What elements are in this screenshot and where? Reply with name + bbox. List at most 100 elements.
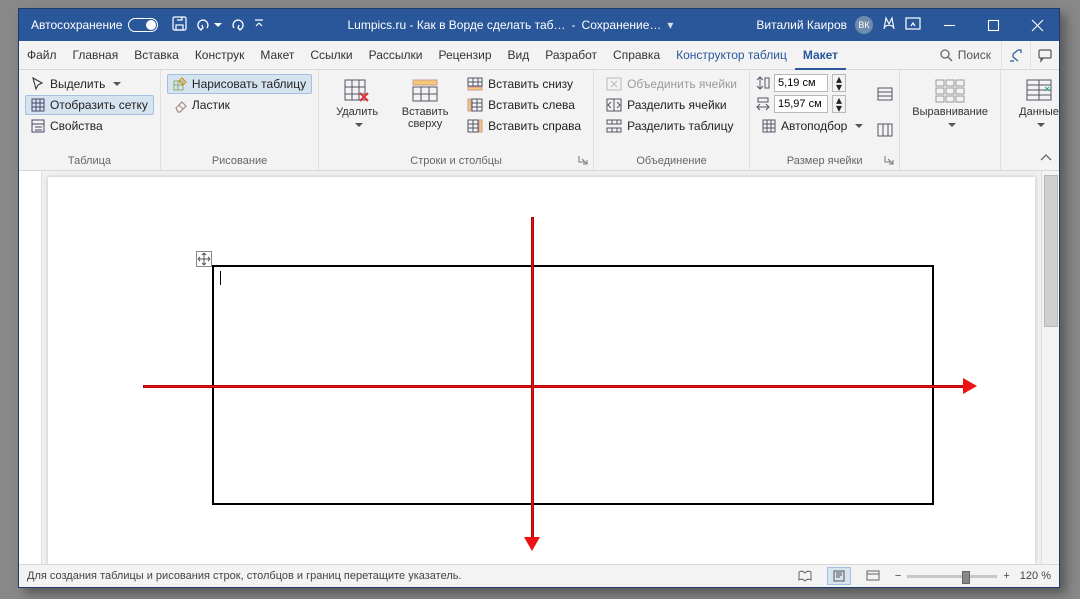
close-button[interactable] xyxy=(1015,9,1059,41)
search-box[interactable]: Поиск xyxy=(930,41,1001,69)
tab-design[interactable]: Конструк xyxy=(187,41,253,69)
eraser-button[interactable]: Ластик xyxy=(167,95,312,115)
eraser-label: Ластик xyxy=(192,98,230,112)
group-table-label: Таблица xyxy=(25,153,154,170)
insert-left-label: Вставить слева xyxy=(488,98,575,112)
split-table-icon xyxy=(606,119,622,133)
tab-mailings[interactable]: Рассылки xyxy=(361,41,431,69)
draw-table-label: Нарисовать таблицу xyxy=(192,77,306,91)
zoom-slider[interactable]: − + xyxy=(895,570,1010,582)
insert-above-icon xyxy=(411,78,439,104)
tab-layout[interactable]: Макет xyxy=(252,41,302,69)
autosave-label: Автосохранение xyxy=(31,18,122,32)
insert-right-button[interactable]: Вставить справа xyxy=(461,116,587,136)
distribute-rows-button[interactable] xyxy=(877,87,893,104)
group-draw-label: Рисование xyxy=(167,153,312,170)
col-width-icon xyxy=(756,97,770,111)
autosave-toggle[interactable] xyxy=(128,18,158,32)
view-web-button[interactable] xyxy=(861,567,885,585)
qat-more-icon[interactable] xyxy=(254,18,264,33)
merge-cells-label: Объединить ячейки xyxy=(627,77,737,91)
properties-button[interactable]: Свойства xyxy=(25,116,154,136)
cursor-icon xyxy=(31,77,45,91)
zoom-out-button[interactable]: − xyxy=(895,570,901,582)
distribute-cols-button[interactable] xyxy=(877,123,893,140)
group-size-label: Размер ячейки xyxy=(756,153,893,170)
row-height-icon xyxy=(756,76,770,90)
col-width-spinner[interactable]: ▴▾ xyxy=(832,95,846,113)
share-button[interactable] xyxy=(1001,41,1030,69)
size-dialog-launcher[interactable] xyxy=(884,155,896,167)
maximize-button[interactable] xyxy=(971,9,1015,41)
group-merge-label: Объединение xyxy=(600,153,743,170)
rows-cols-dialog-launcher[interactable] xyxy=(578,155,590,167)
vertical-ruler[interactable] xyxy=(19,171,42,564)
text-cursor xyxy=(220,271,221,285)
app-window: Автосохранение Lumpics.ru - Как в Ворде … xyxy=(18,8,1060,588)
insert-above-button[interactable]: Вставить сверху xyxy=(393,74,457,153)
insert-right-icon xyxy=(467,119,483,133)
merge-cells-icon xyxy=(606,77,622,91)
data-icon xyxy=(1025,78,1053,104)
insert-right-label: Вставить справа xyxy=(488,119,581,133)
data-label: Данные xyxy=(1019,106,1059,118)
ribbon: Выделить Отобразить сетку Свойства Табли… xyxy=(19,70,1059,171)
status-hint: Для создания таблицы и рисования строк, … xyxy=(27,570,462,582)
page[interactable] xyxy=(48,177,1035,564)
split-table-button[interactable]: Разделить таблицу xyxy=(600,116,743,136)
split-cells-icon xyxy=(606,98,622,112)
col-width-input[interactable] xyxy=(774,95,828,113)
insert-above-label: Вставить сверху xyxy=(399,106,451,130)
tab-review[interactable]: Рецензир xyxy=(430,41,499,69)
minimize-button[interactable] xyxy=(927,9,971,41)
autofit-label: Автоподбор xyxy=(781,119,847,133)
coming-soon-icon[interactable] xyxy=(881,16,897,35)
merge-cells-button: Объединить ячейки xyxy=(600,74,743,94)
avatar[interactable]: ВК xyxy=(855,16,873,34)
view-read-button[interactable] xyxy=(793,567,817,585)
select-button[interactable]: Выделить xyxy=(25,74,154,94)
tab-references[interactable]: Ссылки xyxy=(302,41,360,69)
insert-below-label: Вставить снизу xyxy=(488,77,573,91)
zoom-in-button[interactable]: + xyxy=(1003,570,1009,582)
data-button[interactable]: Данные xyxy=(1007,74,1060,153)
save-icon[interactable] xyxy=(172,16,187,34)
split-cells-button[interactable]: Разделить ячейки xyxy=(600,95,743,115)
row-height-input[interactable] xyxy=(774,74,828,92)
tab-home[interactable]: Главная xyxy=(65,41,127,69)
zoom-level[interactable]: 120 % xyxy=(1020,570,1051,582)
tab-help[interactable]: Справка xyxy=(605,41,668,69)
view-print-button[interactable] xyxy=(827,567,851,585)
autofit-icon xyxy=(762,119,776,133)
search-label: Поиск xyxy=(958,48,991,62)
ribbon-tabs: Файл Главная Вставка Конструк Макет Ссыл… xyxy=(19,41,1059,70)
tab-file[interactable]: Файл xyxy=(19,41,65,69)
tab-table-design[interactable]: Конструктор таблиц xyxy=(668,41,795,69)
alignment-icon xyxy=(936,78,964,104)
document-area xyxy=(19,171,1059,564)
redo-icon[interactable] xyxy=(230,17,246,34)
ribbon-mode-icon[interactable] xyxy=(905,17,921,34)
collapse-ribbon-button[interactable] xyxy=(1035,148,1057,168)
user-name: Виталий Каиров xyxy=(756,18,847,32)
insert-below-button[interactable]: Вставить снизу xyxy=(461,74,587,94)
alignment-button[interactable]: Выравнивание xyxy=(906,74,994,153)
undo-icon[interactable] xyxy=(195,17,222,34)
tab-insert[interactable]: Вставка xyxy=(126,41,187,69)
table-move-handle[interactable] xyxy=(196,251,212,267)
insert-left-button[interactable]: Вставить слева xyxy=(461,95,587,115)
comments-button[interactable] xyxy=(1030,41,1059,69)
tab-developer[interactable]: Разработ xyxy=(537,41,605,69)
tab-table-layout[interactable]: Макет xyxy=(795,41,846,70)
draw-table-button[interactable]: Нарисовать таблицу xyxy=(167,74,312,94)
tab-view[interactable]: Вид xyxy=(500,41,538,69)
delete-button[interactable]: Удалить xyxy=(325,74,389,153)
group-rows-cols-label: Строки и столбцы xyxy=(325,153,587,170)
row-height-spinner[interactable]: ▴▾ xyxy=(832,74,846,92)
vertical-scrollbar[interactable] xyxy=(1041,171,1059,564)
view-gridlines-button[interactable]: Отобразить сетку xyxy=(25,95,154,115)
autofit-button[interactable]: Автоподбор xyxy=(756,116,869,136)
scrollbar-thumb[interactable] xyxy=(1044,175,1058,327)
title-bar: Автосохранение Lumpics.ru - Как в Ворде … xyxy=(19,9,1059,41)
status-bar: Для создания таблицы и рисования строк, … xyxy=(19,564,1059,587)
